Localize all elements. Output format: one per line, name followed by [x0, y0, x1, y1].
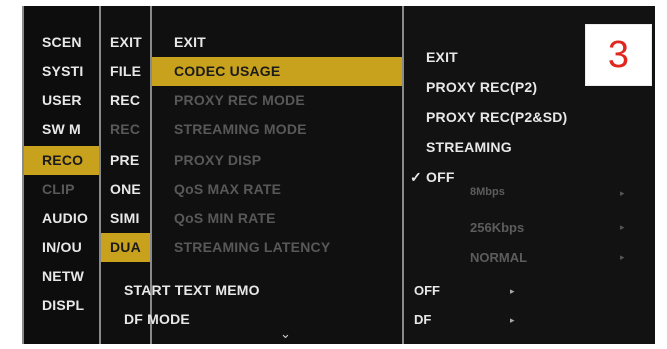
arrow-right-icon: ▸ [620, 188, 625, 198]
menu-item-clip[interactable]: CLIP [24, 175, 101, 204]
step-number-badge: 3 [585, 24, 652, 86]
menu-item-user[interactable]: USER [24, 86, 101, 115]
menu3-item-proxy-rec-mode[interactable]: PROXY REC MODE [152, 86, 422, 115]
df-mode-value: DF [414, 312, 432, 327]
qos-max-value: 8Mbps [470, 186, 505, 198]
arrow-right-icon: ▸ [620, 252, 625, 262]
menu-item-sw-mode[interactable]: SW M [24, 115, 101, 144]
menu-item-system[interactable]: SYSTI [24, 57, 101, 86]
start-text-memo-value: OFF [414, 283, 440, 298]
menu3-item-proxy-disp[interactable]: PROXY DISP [152, 146, 422, 175]
menu3-item-streaming-mode[interactable]: STREAMING MODE [152, 115, 422, 144]
menu3-item-start-text-memo[interactable]: START TEXT MEMO [102, 276, 424, 305]
arrow-right-icon: ▸ [510, 315, 515, 325]
arrow-right-icon: ▸ [510, 286, 515, 296]
menu3-item-df-mode[interactable]: DF MODE [102, 305, 424, 334]
menu-item-scene[interactable]: SCEN [24, 28, 101, 57]
option-streaming[interactable]: STREAMING [404, 133, 655, 162]
screenshot-frame: SCEN SYSTI USER SW M RECO CLIP AUDIO IN/… [0, 0, 667, 349]
menu-level1: SCEN SYSTI USER SW M RECO CLIP AUDIO IN/… [22, 6, 101, 344]
menu3-item-codec-usage[interactable]: CODEC USAGE [152, 57, 422, 86]
qos-min-value: 256Kbps [470, 220, 525, 235]
checkmark-icon: ✓ [410, 169, 422, 185]
menu-item-in-out[interactable]: IN/OU [24, 233, 101, 262]
option-off[interactable]: ✓ OFF [404, 163, 655, 192]
option-off-label: OFF [426, 169, 455, 185]
option-proxy-rec-p2-sd[interactable]: PROXY REC(P2&SD) [404, 103, 655, 132]
menu-item-audio[interactable]: AUDIO [24, 204, 101, 233]
menu3-item-exit[interactable]: EXIT [152, 28, 422, 57]
menu3-item-qos-max-rate[interactable]: QoS MAX RATE [152, 175, 422, 204]
menu3-item-qos-min-rate[interactable]: QoS MIN RATE [152, 204, 422, 233]
chevron-down-icon[interactable]: ⌄ [280, 326, 291, 342]
latency-value: NORMAL [470, 250, 528, 265]
camera-menu-screen: SCEN SYSTI USER SW M RECO CLIP AUDIO IN/… [22, 6, 655, 344]
menu-item-display[interactable]: DISPL [24, 291, 101, 320]
arrow-right-icon: ▸ [620, 222, 625, 232]
menu3-item-streaming-latency[interactable]: STREAMING LATENCY [152, 233, 422, 262]
menu-item-recording[interactable]: RECO [24, 146, 101, 175]
menu-item-network[interactable]: NETW [24, 262, 101, 291]
